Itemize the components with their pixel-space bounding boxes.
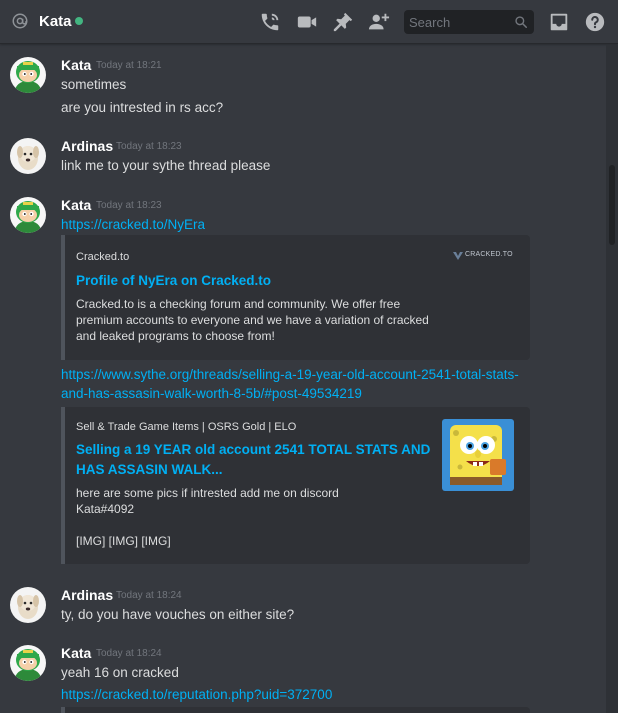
- embed-description-line: Kata#4092: [76, 502, 135, 516]
- message-text: link me to your sythe thread please: [61, 158, 271, 173]
- message-timestamp: Today at 18:23: [96, 200, 162, 211]
- avatar[interactable]: [10, 587, 46, 623]
- message-text: are you intrested in rs acc?: [61, 100, 224, 115]
- search-icon[interactable]: [514, 15, 528, 29]
- message-timestamp: Today at 18:21: [96, 60, 162, 71]
- embed-title[interactable]: Selling a 19 YEAR old account 2541 TOTAL…: [76, 440, 430, 480]
- link-embed: [61, 707, 530, 713]
- embed-description-line: [76, 517, 339, 533]
- channel-header: Kata: [0, 0, 618, 44]
- avatar[interactable]: [10, 645, 46, 681]
- message-text: sometimes: [61, 77, 127, 92]
- online-status-indicator: [75, 17, 83, 25]
- embed-title[interactable]: Profile of NyEra on Cracked.to: [76, 271, 271, 291]
- message-timestamp: Today at 18:24: [96, 648, 162, 659]
- message-timestamp: Today at 18:23: [116, 141, 182, 152]
- video-icon[interactable]: [296, 11, 318, 33]
- avatar[interactable]: [10, 57, 46, 93]
- channel-name: Kata: [39, 13, 72, 30]
- message-link[interactable]: https://www.sythe.org/threads/selling-a-…: [61, 367, 519, 382]
- message-author[interactable]: Kata: [61, 197, 91, 213]
- scrollbar-track[interactable]: [606, 45, 618, 713]
- at-sign-icon: [12, 13, 28, 29]
- search-box[interactable]: [404, 10, 534, 34]
- embed-logo-text: CRACKED.TO: [465, 251, 513, 258]
- message-text: yeah 16 on cracked: [61, 665, 179, 680]
- message-link[interactable]: https://cracked.to/reputation.php?uid=37…: [61, 687, 332, 702]
- embed-thumbnail[interactable]: [442, 419, 514, 491]
- embed-title-line[interactable]: HAS ASSASIN WALK...: [76, 460, 430, 480]
- message-list: Kata Today at 18:21 sometimes are you in…: [0, 45, 606, 713]
- message-author[interactable]: Kata: [61, 645, 91, 661]
- help-icon[interactable]: [584, 11, 606, 33]
- avatar[interactable]: [10, 197, 46, 233]
- embed-description: Cracked.to is a checking forum and commu…: [76, 296, 429, 344]
- message-link[interactable]: and-has-assasin-walk-worth-8-5b/#post-49…: [61, 386, 362, 401]
- embed-provider[interactable]: Sell & Trade Game Items | OSRS Gold | EL…: [76, 421, 296, 433]
- message-text: ty, do you have vouches on either site?: [61, 607, 295, 622]
- embed-title-line[interactable]: Selling a 19 YEAR old account 2541 TOTAL…: [76, 440, 430, 460]
- message-timestamp: Today at 18:24: [116, 590, 182, 601]
- message-author[interactable]: Ardinas: [61, 138, 113, 154]
- call-icon[interactable]: [259, 11, 281, 33]
- search-input[interactable]: [409, 14, 509, 30]
- add-friend-icon[interactable]: [368, 11, 390, 33]
- link-embed: Sell & Trade Game Items | OSRS Gold | EL…: [61, 407, 530, 564]
- message-author[interactable]: Kata: [61, 57, 91, 73]
- embed-logo: CRACKED.TO: [452, 250, 513, 262]
- embed-description-line: here are some pics if intrested add me o…: [76, 486, 339, 500]
- link-embed: Cracked.to CRACKED.TO Profile of NyEra o…: [61, 235, 530, 360]
- avatar[interactable]: [10, 138, 46, 174]
- embed-description: here are some pics if intrested add me o…: [76, 485, 339, 549]
- inbox-icon[interactable]: [548, 11, 570, 33]
- embed-description-line: and leaked programs to choose from!: [76, 329, 275, 343]
- message-author[interactable]: Ardinas: [61, 587, 113, 603]
- pin-icon[interactable]: [332, 11, 354, 33]
- message-link[interactable]: https://cracked.to/NyEra: [61, 217, 205, 232]
- embed-description-line: premium accounts to everyone and we have…: [76, 313, 429, 327]
- embed-description-line: [IMG] [IMG] [IMG]: [76, 534, 171, 548]
- embed-provider[interactable]: Cracked.to: [76, 251, 129, 263]
- embed-description-line: Cracked.to is a checking forum and commu…: [76, 297, 401, 311]
- scrollbar-thumb[interactable]: [609, 165, 615, 245]
